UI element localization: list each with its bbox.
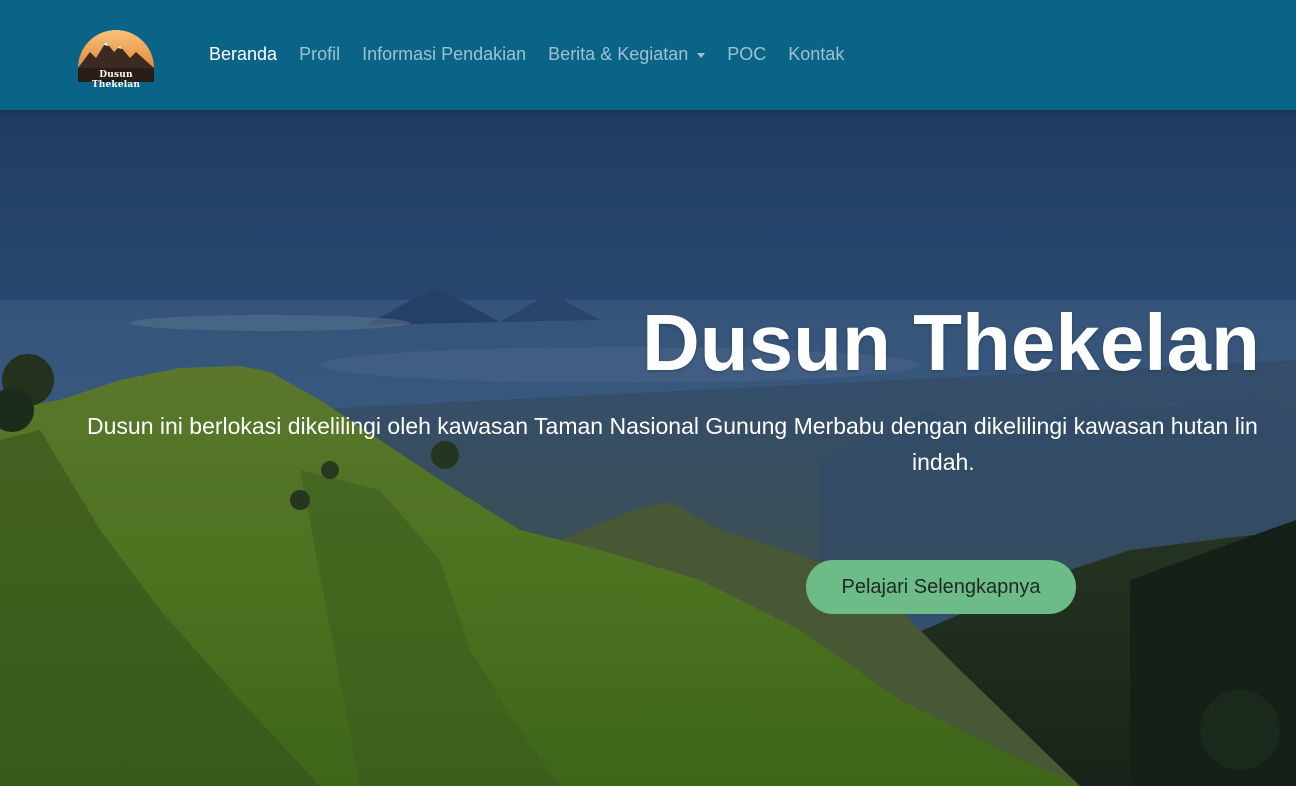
nav-item-profil[interactable]: Profil <box>288 44 351 65</box>
nav-item-berita-kegiatan-label: Berita & Kegiatan <box>548 43 689 64</box>
nav-item-poc[interactable]: POC <box>716 44 777 65</box>
hero-description-line-2: indah. <box>912 449 975 475</box>
hero-section: Dusun Thekelan Dusun ini berlokasi dikel… <box>0 110 1296 786</box>
hero-description-line-1: Dusun ini berlokasi dikelilingi oleh kaw… <box>87 413 1258 439</box>
nav-item-berita-kegiatan[interactable]: Berita & Kegiatan <box>537 44 716 65</box>
hero-overlay <box>0 110 1296 786</box>
nav-item-beranda[interactable]: Beranda <box>198 44 288 65</box>
chevron-down-icon <box>697 52 706 58</box>
brand-logo[interactable]: Dusun Thekelan <box>76 26 156 90</box>
learn-more-button[interactable]: Pelajari Selengkapnya <box>806 560 1076 614</box>
logo-label: Dusun Thekelan <box>91 70 141 90</box>
nav-item-kontak[interactable]: Kontak <box>777 44 855 65</box>
navbar: Dusun Thekelan Beranda Profil Informasi … <box>0 0 1296 110</box>
nav-item-informasi-pendakian[interactable]: Informasi Pendakian <box>351 44 537 65</box>
hero-title: Dusun Thekelan <box>642 298 1260 387</box>
nav-menu: Beranda Profil Informasi Pendakian Berit… <box>198 40 855 68</box>
